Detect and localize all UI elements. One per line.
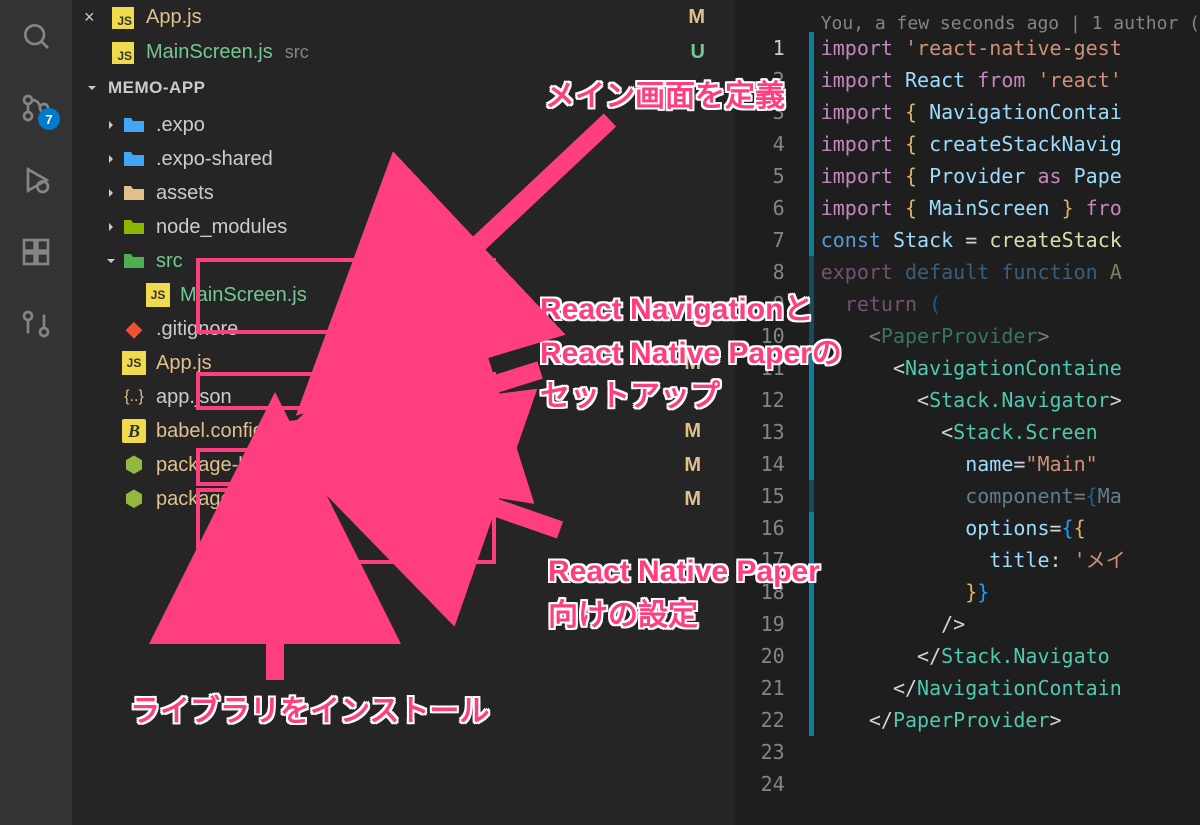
js-file-icon: JS <box>146 283 170 307</box>
file-package-lock[interactable]: ⬢ package-lock.json M <box>72 448 735 482</box>
git-icon[interactable] <box>0 288 72 360</box>
node-file-icon: ⬢ <box>122 453 146 477</box>
editor-filename: App.js <box>146 6 202 29</box>
file-status: U <box>691 41 705 64</box>
file-babel-config[interactable]: B babel.config.js M <box>72 414 735 448</box>
git-file-icon: ◆ <box>122 317 146 341</box>
open-editors: × JS App.js M JS MainScreen.js src U <box>72 0 735 70</box>
code-content[interactable]: You, a few seconds ago | 1 author (impor… <box>809 0 1200 825</box>
folder-icon <box>122 147 146 171</box>
file-mainscreen[interactable]: JS MainScreen.js <box>72 278 735 312</box>
item-label: package-lock.json <box>156 454 316 477</box>
js-file-icon: JS <box>112 42 134 64</box>
item-label: src <box>156 250 183 273</box>
item-label: .expo <box>156 114 205 137</box>
editor-path: src <box>285 42 309 63</box>
babel-file-icon: B <box>122 419 146 443</box>
file-status: M <box>684 454 701 477</box>
item-label: app.json <box>156 386 232 409</box>
line-gutter: 123456789101112131415161718192021222324 <box>735 0 809 825</box>
item-label: App.js <box>156 352 212 375</box>
extensions-icon[interactable] <box>0 216 72 288</box>
editor-filename: MainScreen.js <box>146 41 273 64</box>
folder-icon <box>122 215 146 239</box>
chevron-right-icon <box>100 185 122 201</box>
chevron-down-icon <box>84 80 100 96</box>
js-file-icon: JS <box>112 7 134 29</box>
search-icon[interactable] <box>0 0 72 72</box>
close-icon[interactable]: × <box>84 7 95 28</box>
open-editor-row[interactable]: × JS App.js M <box>72 0 735 35</box>
run-debug-icon[interactable] <box>0 144 72 216</box>
explorer-section-header[interactable]: MEMO-APP <box>72 70 735 106</box>
source-control-icon[interactable]: 7 <box>0 72 72 144</box>
file-status: M <box>684 488 701 511</box>
chevron-right-icon <box>100 151 122 167</box>
file-status: M <box>688 6 705 29</box>
file-app-json[interactable]: {..} app.json <box>72 380 735 414</box>
node-file-icon: ⬢ <box>122 487 146 511</box>
section-title: MEMO-APP <box>108 78 206 98</box>
item-label: assets <box>156 182 214 205</box>
item-label: .expo-shared <box>156 148 273 171</box>
folder-expo-shared[interactable]: .expo-shared <box>72 142 735 176</box>
code-editor[interactable]: 123456789101112131415161718192021222324 … <box>735 0 1200 825</box>
item-label: node_modules <box>156 216 287 239</box>
chevron-right-icon <box>100 219 122 235</box>
activity-bar: 7 <box>0 0 72 825</box>
sidebar: × JS App.js M JS MainScreen.js src U MEM… <box>72 0 735 825</box>
chevron-right-icon <box>100 117 122 133</box>
json-file-icon: {..} <box>122 385 146 409</box>
file-gitignore[interactable]: ◆ .gitignore <box>72 312 735 346</box>
file-status: M <box>684 420 701 443</box>
folder-icon <box>122 181 146 205</box>
item-label: MainScreen.js <box>180 284 307 307</box>
folder-icon <box>122 249 146 273</box>
scm-badge: 7 <box>38 108 60 130</box>
item-label: .gitignore <box>156 318 238 341</box>
folder-node-modules[interactable]: node_modules <box>72 210 735 244</box>
folder-assets[interactable]: assets <box>72 176 735 210</box>
item-label: package.json <box>156 488 274 511</box>
item-label: babel.config.js <box>156 420 284 443</box>
file-package-json[interactable]: ⬢ package.json M <box>72 482 735 516</box>
file-app-js[interactable]: JS App.js M <box>72 346 735 380</box>
js-file-icon: JS <box>122 351 146 375</box>
folder-src[interactable]: src <box>72 244 735 278</box>
folder-icon <box>122 113 146 137</box>
open-editor-row[interactable]: JS MainScreen.js src U <box>72 35 735 70</box>
chevron-down-icon <box>100 253 122 269</box>
folder-expo[interactable]: .expo <box>72 108 735 142</box>
file-tree: .expo .expo-shared assets node_modules s… <box>72 106 735 518</box>
file-status: M <box>684 352 701 375</box>
